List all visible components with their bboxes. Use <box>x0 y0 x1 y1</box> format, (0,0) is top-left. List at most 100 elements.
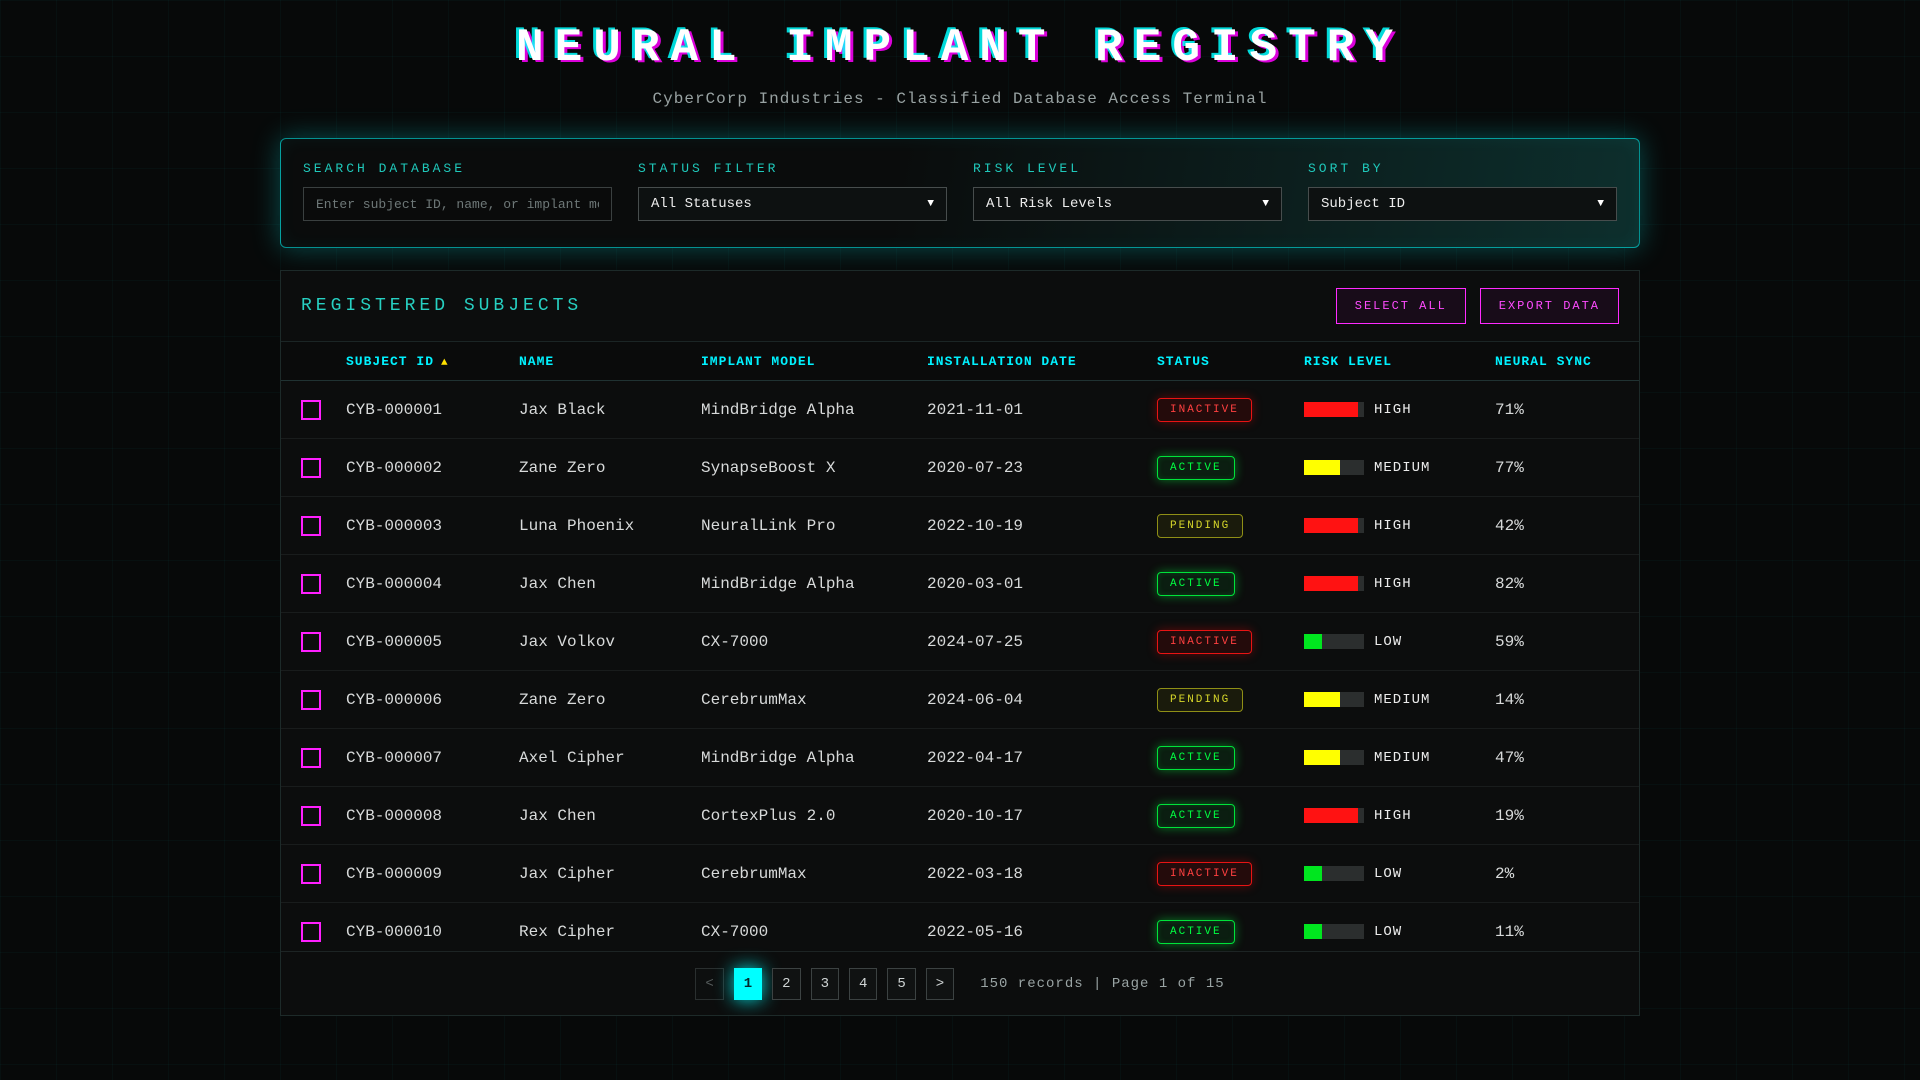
risk-level-label: LOW <box>1374 924 1402 940</box>
risk-meter-track <box>1304 808 1364 823</box>
risk-level-cell: HIGH <box>1304 808 1495 824</box>
subject-id-cell: CYB-000005 <box>346 633 519 651</box>
risk-level-label: LOW <box>1374 866 1402 882</box>
status-badge: INACTIVE <box>1157 398 1252 422</box>
status-cell: INACTIVE <box>1157 398 1304 422</box>
row-checkbox[interactable] <box>301 690 321 710</box>
page-button-4[interactable]: 4 <box>849 968 877 1000</box>
status-badge: ACTIVE <box>1157 746 1235 770</box>
column-header-status[interactable]: STATUS <box>1157 354 1304 369</box>
row-checkbox-cell <box>281 690 346 710</box>
column-header-installation-date[interactable]: INSTALLATION DATE <box>927 354 1157 369</box>
page-button-3[interactable]: 3 <box>811 968 839 1000</box>
table-row: CYB-000008Jax ChenCortexPlus 2.02020-10-… <box>281 787 1639 845</box>
status-badge: INACTIVE <box>1157 630 1252 654</box>
installation-date-cell: 2020-03-01 <box>927 575 1157 593</box>
installation-date-cell: 2020-07-23 <box>927 459 1157 477</box>
sort-by-select[interactable]: Subject ID ▼ <box>1308 187 1617 221</box>
risk-level-label: MEDIUM <box>1374 692 1430 708</box>
status-badge: PENDING <box>1157 514 1243 538</box>
row-checkbox-cell <box>281 458 346 478</box>
implant-model-cell: SynapseBoost X <box>701 459 927 477</box>
status-badge: ACTIVE <box>1157 920 1235 944</box>
previous-page-button[interactable]: < <box>695 968 723 1000</box>
column-header-implant-model[interactable]: IMPLANT MODEL <box>701 354 927 369</box>
installation-date-cell: 2022-03-18 <box>927 865 1157 883</box>
page-button-5[interactable]: 5 <box>887 968 915 1000</box>
row-checkbox[interactable] <box>301 574 321 594</box>
neural-sync-cell: 82% <box>1495 575 1639 593</box>
column-header-label: NEURAL SYNC <box>1495 354 1592 369</box>
column-header-neural-sync[interactable]: NEURAL SYNC <box>1495 354 1639 369</box>
risk-meter-track <box>1304 692 1364 707</box>
subject-id-cell: CYB-000004 <box>346 575 519 593</box>
table-rows: CYB-000001Jax BlackMindBridge Alpha2021-… <box>281 381 1639 952</box>
name-cell: Rex Cipher <box>519 923 701 941</box>
row-checkbox[interactable] <box>301 864 321 884</box>
risk-level-cell: LOW <box>1304 924 1495 940</box>
status-cell: ACTIVE <box>1157 456 1304 480</box>
column-header-subject-id[interactable]: SUBJECT ID▲ <box>346 354 519 369</box>
neural-sync-cell: 59% <box>1495 633 1639 651</box>
neural-sync-cell: 11% <box>1495 923 1639 941</box>
subject-id-cell: CYB-000007 <box>346 749 519 767</box>
risk-level-cell: MEDIUM <box>1304 750 1495 766</box>
status-badge: PENDING <box>1157 688 1243 712</box>
row-checkbox-cell <box>281 632 346 652</box>
sort-filter-group: SORT BY Subject ID ▼ <box>1308 161 1617 221</box>
implant-model-cell: CX-7000 <box>701 633 927 651</box>
table-actions: SELECT ALL EXPORT DATA <box>1336 288 1619 324</box>
risk-level-cell: LOW <box>1304 866 1495 882</box>
name-cell: Luna Phoenix <box>519 517 701 535</box>
row-checkbox[interactable] <box>301 458 321 478</box>
chevron-down-icon: ▼ <box>927 198 934 210</box>
row-checkbox[interactable] <box>301 806 321 826</box>
filter-panel: SEARCH DATABASE STATUS FILTER All Status… <box>280 138 1640 248</box>
risk-meter-fill <box>1304 634 1322 649</box>
subject-id-cell: CYB-000008 <box>346 807 519 825</box>
export-data-button[interactable]: EXPORT DATA <box>1480 288 1619 324</box>
row-checkbox[interactable] <box>301 632 321 652</box>
row-checkbox-cell <box>281 748 346 768</box>
status-badge: ACTIVE <box>1157 456 1235 480</box>
row-checkbox[interactable] <box>301 922 321 942</box>
row-checkbox[interactable] <box>301 748 321 768</box>
risk-level-cell: HIGH <box>1304 518 1495 534</box>
status-badge: ACTIVE <box>1157 572 1235 596</box>
column-header-name[interactable]: NAME <box>519 354 701 369</box>
risk-meter-fill <box>1304 402 1358 417</box>
subjects-table-panel: REGISTERED SUBJECTS SELECT ALL EXPORT DA… <box>280 270 1640 1016</box>
pagination-summary: 150 records | Page 1 of 15 <box>980 976 1224 992</box>
page-button-2[interactable]: 2 <box>772 968 800 1000</box>
select-all-button[interactable]: SELECT ALL <box>1336 288 1466 324</box>
risk-level-cell: MEDIUM <box>1304 460 1495 476</box>
risk-filter-select[interactable]: All Risk Levels ▼ <box>973 187 1282 221</box>
search-input[interactable] <box>303 187 612 221</box>
status-filter-select[interactable]: All Statuses ▼ <box>638 187 947 221</box>
name-cell: Jax Cipher <box>519 865 701 883</box>
row-checkbox[interactable] <box>301 400 321 420</box>
column-header-label: INSTALLATION DATE <box>927 354 1077 369</box>
name-cell: Jax Black <box>519 401 701 419</box>
name-cell: Zane Zero <box>519 691 701 709</box>
neural-sync-cell: 14% <box>1495 691 1639 709</box>
row-checkbox[interactable] <box>301 516 321 536</box>
risk-meter-track <box>1304 460 1364 475</box>
risk-filter-group: RISK LEVEL All Risk Levels ▼ <box>973 161 1282 221</box>
next-page-button[interactable]: > <box>926 968 954 1000</box>
installation-date-cell: 2022-05-16 <box>927 923 1157 941</box>
search-filter-group: SEARCH DATABASE <box>303 161 612 221</box>
page-title: NEURAL IMPLANT REGISTRY <box>0 22 1920 74</box>
name-cell: Jax Chen <box>519 575 701 593</box>
column-header-label: RISK LEVEL <box>1304 354 1392 369</box>
row-checkbox-cell <box>281 922 346 942</box>
implant-model-cell: NeuralLink Pro <box>701 517 927 535</box>
page-button-1[interactable]: 1 <box>734 968 762 1000</box>
implant-model-cell: CortexPlus 2.0 <box>701 807 927 825</box>
row-checkbox-cell <box>281 806 346 826</box>
risk-meter-fill <box>1304 518 1358 533</box>
table-row: CYB-000007Axel CipherMindBridge Alpha202… <box>281 729 1639 787</box>
status-cell: PENDING <box>1157 688 1304 712</box>
risk-meter-track <box>1304 634 1364 649</box>
column-header-risk-level[interactable]: RISK LEVEL <box>1304 354 1495 369</box>
